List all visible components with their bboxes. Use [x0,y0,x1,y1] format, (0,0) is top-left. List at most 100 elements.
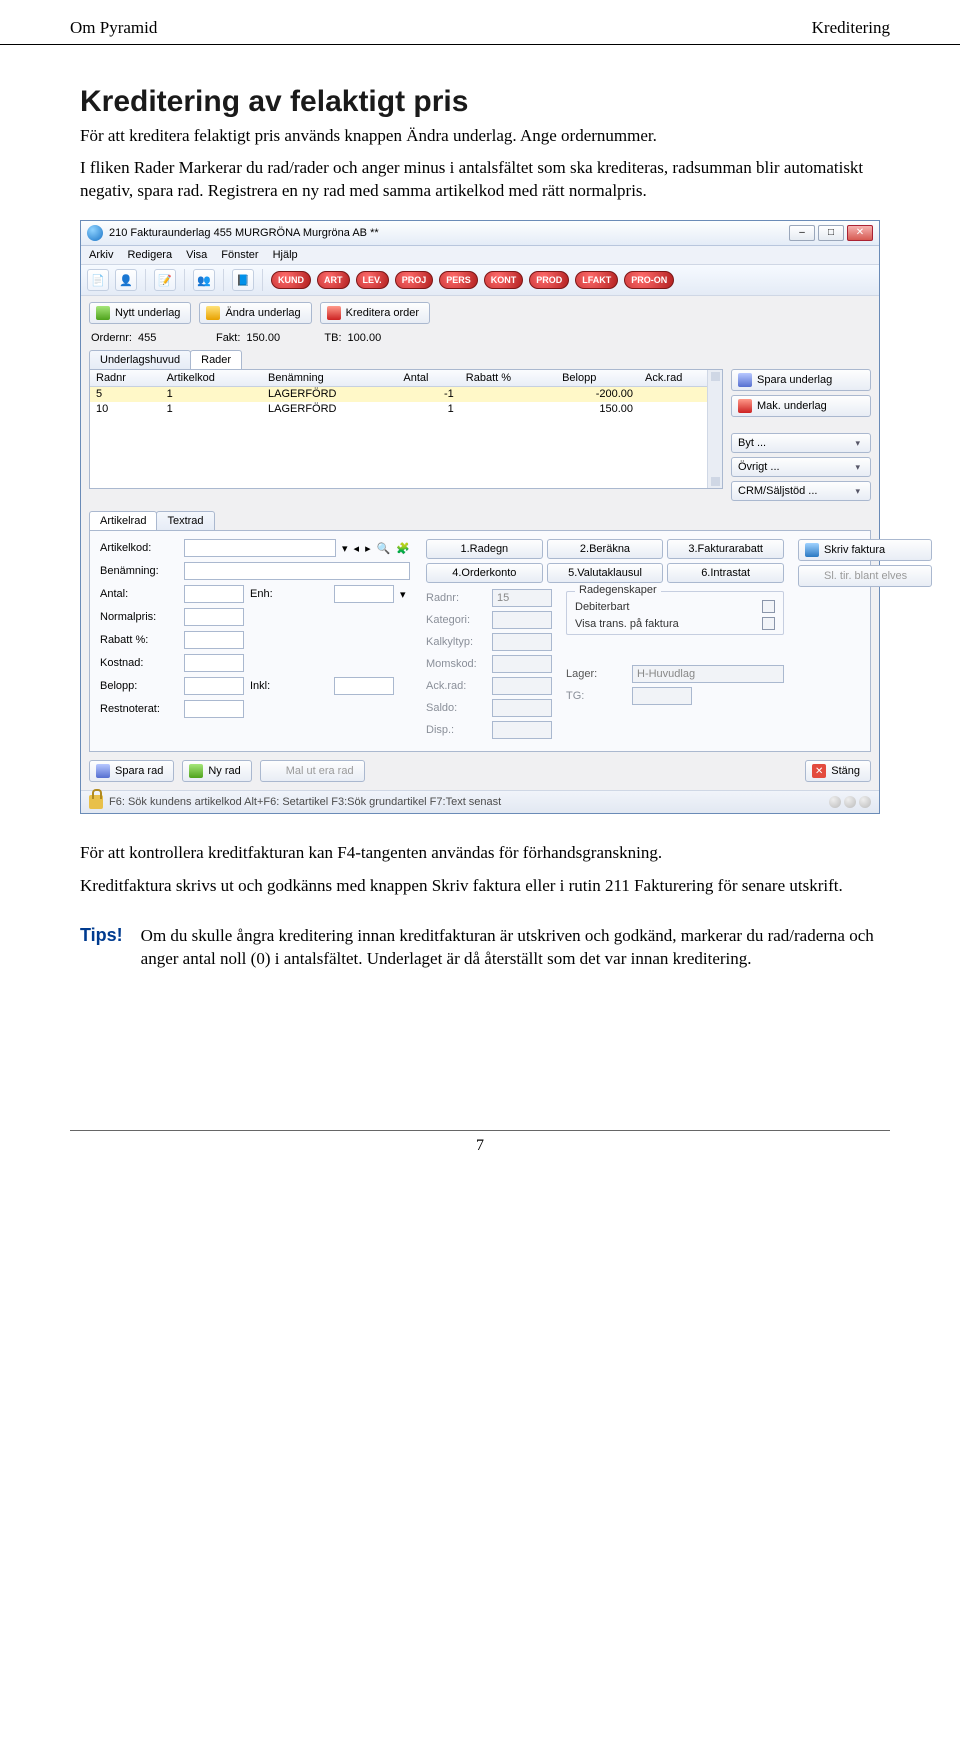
btn-intrastat[interactable]: 6.Intrastat [667,563,784,583]
scrollbar[interactable] [707,370,722,488]
artikelkod-input[interactable] [184,539,336,557]
plus-icon [189,764,203,778]
tab-textrad[interactable]: Textrad [156,511,214,530]
tree-icon[interactable]: 🧩 [396,542,410,555]
tb-value: 100.00 [348,332,398,344]
antal-input[interactable] [184,585,244,603]
tool-icon-5[interactable]: 📘 [232,269,254,291]
spara-rad-button[interactable]: Spara rad [89,760,174,782]
momskod-field [492,655,552,673]
para-3: För att kontrollera kreditfakturan kan F… [80,842,880,864]
pill-prod[interactable]: PROD [529,271,569,289]
order-label: Ordernr: [91,332,132,344]
pill-art[interactable]: ART [317,271,350,289]
btn-fakturarabatt[interactable]: 3.Fakturarabatt [667,539,784,559]
disabled-icon [267,764,281,778]
normalpris-input[interactable] [184,608,244,626]
btn-berakna[interactable]: 2.Beräkna [547,539,664,559]
pill-pers[interactable]: PERS [439,271,478,289]
menu-fonster[interactable]: Fönster [221,249,258,261]
col-benamning[interactable]: Benämning [262,370,397,387]
pill-proj[interactable]: PROJ [395,271,434,289]
tool-icon-2[interactable]: 👤 [115,269,137,291]
rows-grid[interactable]: Radnr Artikelkod Benämning Antal Rabatt … [89,369,723,489]
separator [223,269,224,291]
inkl-input[interactable] [334,677,394,695]
header-right: Kreditering [812,18,890,38]
belopp-input[interactable] [184,677,244,695]
lbl-antal: Antal: [100,588,178,600]
minimize-button[interactable]: – [789,225,815,241]
pill-kund[interactable]: KUND [271,271,311,289]
btn-orderkonto[interactable]: 4.Orderkonto [426,563,543,583]
tb-label: TB: [324,332,341,344]
close-button[interactable]: ✕ [847,225,873,241]
table-row[interactable]: 10 1 LAGERFÖRD 1 150.00 [90,402,722,417]
next-icon[interactable]: ▸ [365,542,371,555]
lbl-kalkyltyp: Kalkyltyp: [426,636,486,648]
col-radnr[interactable]: Radnr [90,370,161,387]
stang-button[interactable]: ✕Stäng [805,760,871,782]
lbl-normalpris: Normalpris: [100,611,178,623]
table-row[interactable]: 5 1 LAGERFÖRD -1 -200.00 [90,387,722,402]
rabatt-input[interactable] [184,631,244,649]
tool-icon-1[interactable]: 📄 [87,269,109,291]
separator [184,269,185,291]
menu-arkiv[interactable]: Arkiv [89,249,113,261]
new-underlag-button[interactable]: Nytt underlag [89,302,191,324]
pill-kont[interactable]: KONT [484,271,524,289]
enh-input[interactable] [334,585,394,603]
crm-dropdown[interactable]: CRM/Säljstöd ... [731,481,871,501]
maximize-button[interactable]: □ [818,225,844,241]
visatrans-checkbox[interactable] [762,617,775,630]
prev-icon[interactable]: ◂ [354,542,360,555]
search-icon[interactable]: 🔍 [377,542,391,555]
tab-underlagshuvud[interactable]: Underlagshuvud [89,350,191,369]
radnr-field [492,589,552,607]
tab-artikelrad[interactable]: Artikelrad [89,511,157,530]
tool-icon-3[interactable]: 📝 [154,269,176,291]
lbl-ackrad: Ack.rad: [426,680,486,692]
col-artikelkod[interactable]: Artikelkod [161,370,262,387]
ackrad-field [492,677,552,695]
tool-icon-4[interactable]: 👥 [193,269,215,291]
dropdown-icon[interactable]: ▾ [400,588,406,601]
minus-icon [327,306,341,320]
col-belopp[interactable]: Belopp [556,370,639,387]
col-rabatt[interactable]: Rabatt % [460,370,556,387]
menu-visa[interactable]: Visa [186,249,207,261]
restnoterat-input[interactable] [184,700,244,718]
dropdown-icon[interactable]: ▾ [342,542,348,555]
mak-underlag-button[interactable]: Mak. underlag [731,395,871,417]
group-title: Radegenskaper [575,584,661,596]
menu-hjalp[interactable]: Hjälp [273,249,298,261]
pill-lfakt[interactable]: LFAKT [575,271,618,289]
credit-order-button[interactable]: Kreditera order [320,302,430,324]
pill-proon[interactable]: PRO-ON [624,271,674,289]
ovrigt-dropdown[interactable]: Övrigt ... [731,457,871,477]
skriv-faktura-button[interactable]: Skriv faktura [798,539,932,561]
pill-lev[interactable]: LEV. [356,271,389,289]
lbl-tg: TG: [566,690,626,702]
lager-field [632,665,784,683]
menu-redigera[interactable]: Redigera [127,249,172,261]
tab-rader[interactable]: Rader [190,350,242,369]
app-window: 210 Fakturaunderlag 455 MURGRÖNA Murgrön… [80,220,880,814]
kostnad-input[interactable] [184,654,244,672]
status-dot [859,796,871,808]
debiterbart-checkbox[interactable] [762,600,775,613]
btn-valutaklausul[interactable]: 5.Valutaklausul [547,563,664,583]
status-dot [844,796,856,808]
btn-radegn[interactable]: 1.Radegn [426,539,543,559]
tips-label: Tips! [80,925,123,970]
lock-icon [89,795,103,809]
save-underlag-button[interactable]: Spara underlag [731,369,871,391]
benamning-input[interactable] [184,562,410,580]
disabled-button: Sl. tir. blant elves [798,565,932,587]
app-icon [87,225,103,241]
edit-underlag-button[interactable]: Ändra underlag [199,302,311,324]
ny-rad-button[interactable]: Ny rad [182,760,251,782]
byt-dropdown[interactable]: Byt ... [731,433,871,453]
col-antal[interactable]: Antal [397,370,459,387]
tg-field [632,687,692,705]
